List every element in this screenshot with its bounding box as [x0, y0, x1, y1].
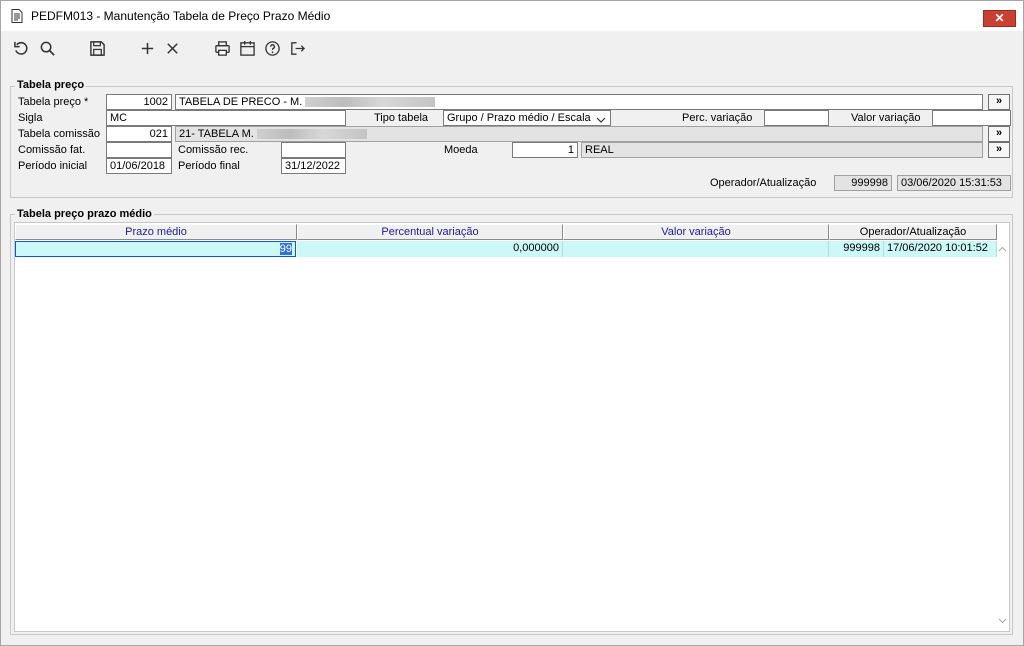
- chevron-down-icon[interactable]: [998, 615, 1007, 627]
- close-button[interactable]: ✕: [983, 10, 1016, 27]
- main-window: PEDFM013 - Manutenção Tabela de Preço Pr…: [0, 0, 1024, 646]
- periodo-final-label: Período final: [178, 160, 240, 172]
- undo-icon[interactable]: [12, 39, 30, 57]
- tabela-comissao-label: Tabela comissão: [18, 128, 100, 140]
- periodo-inicial-label: Período inicial: [18, 160, 88, 172]
- document-icon: [11, 9, 23, 23]
- sigla-label: Sigla: [18, 112, 43, 124]
- col-header-operador-atualizacao[interactable]: Operador/Atualização: [829, 224, 997, 240]
- cell-operador: 999998: [829, 241, 884, 257]
- perc-variacao-label: Perc. variação: [682, 112, 753, 124]
- comissao-fat-field[interactable]: [106, 142, 172, 158]
- tipo-tabela-select[interactable]: Grupo / Prazo médio / Escala: [443, 110, 611, 126]
- tabela-comissao-lookup-button[interactable]: »: [988, 126, 1010, 142]
- tipo-tabela-label: Tipo tabela: [374, 112, 429, 124]
- redacted-blur: [305, 97, 436, 108]
- tabela-comissao-desc-text: 21- TABELA M.: [179, 128, 254, 140]
- help-icon[interactable]: [263, 39, 281, 57]
- window-title: PEDFM013 - Manutenção Tabela de Preço Pr…: [31, 9, 331, 23]
- moeda-label: Moeda: [444, 144, 478, 156]
- exit-icon[interactable]: [288, 39, 306, 57]
- moeda-code-field[interactable]: 1: [512, 142, 578, 158]
- cell-atualizacao: 17/06/2020 10:01:52: [884, 241, 997, 257]
- title-bar: PEDFM013 - Manutenção Tabela de Preço Pr…: [1, 1, 1023, 31]
- cell-prazo-medio-value: 99: [279, 243, 292, 255]
- col-header-percentual-variacao[interactable]: Percentual variação: [297, 224, 563, 240]
- tabela-preco-lookup-button[interactable]: »: [988, 94, 1010, 110]
- tabela-comissao-code-field[interactable]: 021: [106, 126, 172, 142]
- toolbar: [1, 33, 1023, 63]
- periodo-inicial-field[interactable]: 01/06/2018: [106, 158, 172, 174]
- operador-label: Operador/Atualização: [710, 177, 817, 189]
- prazo-medio-grid: Prazo médio Percentual variação Valor va…: [14, 222, 1010, 632]
- comissao-fat-label: Comissão fat.: [18, 144, 86, 156]
- tabela-preco-desc-text: TABELA DE PRECO - M.: [179, 96, 303, 108]
- cell-prazo-medio[interactable]: 99: [15, 241, 296, 257]
- valor-variacao-field[interactable]: [932, 110, 1011, 126]
- tabela-preco-code-field[interactable]: 1002: [106, 94, 172, 110]
- operador-field: 999998: [834, 175, 892, 191]
- moeda-lookup-button[interactable]: »: [988, 142, 1010, 158]
- save-icon[interactable]: [88, 39, 106, 57]
- vertical-scrollbar[interactable]: [995, 241, 1009, 631]
- perc-variacao-field[interactable]: [764, 110, 829, 126]
- atualizacao-field: 03/06/2020 15:31:53: [897, 175, 1011, 191]
- add-icon[interactable]: [138, 39, 156, 57]
- tipo-tabela-value: Grupo / Prazo médio / Escala: [447, 112, 591, 124]
- calendar-icon[interactable]: [238, 39, 256, 57]
- valor-variacao-label: Valor variação: [851, 112, 921, 124]
- moeda-desc-field: REAL: [581, 142, 983, 158]
- comissao-rec-label: Comissão rec.: [178, 144, 249, 156]
- col-header-prazo-medio[interactable]: Prazo médio: [15, 224, 297, 240]
- comissao-rec-field[interactable]: [281, 142, 346, 158]
- tabela-preco-desc-field[interactable]: TABELA DE PRECO - M.: [175, 94, 983, 110]
- tabela-preco-label: Tabela preço *: [18, 96, 89, 108]
- tabela-comissao-desc-field: 21- TABELA M.: [175, 126, 983, 142]
- chevron-up-icon[interactable]: [998, 243, 1007, 255]
- cell-percentual[interactable]: 0,000000: [297, 241, 563, 257]
- redacted-blur: [256, 129, 367, 140]
- cell-valor[interactable]: [563, 241, 829, 257]
- tabela-preco-title: Tabela preço: [15, 79, 87, 91]
- prazo-medio-title: Tabela preço prazo médio: [15, 208, 154, 220]
- periodo-final-field[interactable]: 31/12/2022: [281, 158, 346, 174]
- delete-icon[interactable]: [163, 39, 181, 57]
- print-icon[interactable]: [213, 39, 231, 57]
- sigla-field[interactable]: MC: [106, 110, 346, 126]
- search-icon[interactable]: [38, 39, 56, 57]
- col-header-valor-variacao[interactable]: Valor variação: [563, 224, 829, 240]
